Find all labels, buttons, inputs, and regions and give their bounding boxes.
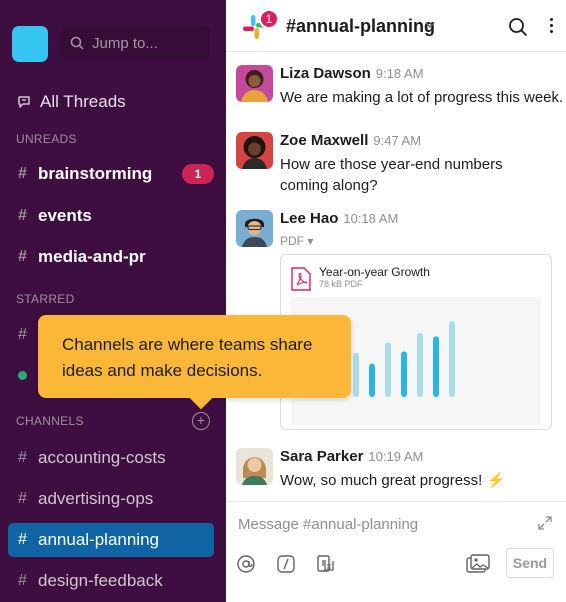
jump-to-search[interactable]: Jump to...	[60, 26, 210, 60]
channel-name: media-and-pr	[38, 247, 146, 266]
hash-icon: #	[18, 248, 27, 265]
timestamp[interactable]: 10:18 AM	[343, 211, 398, 226]
avatar[interactable]	[236, 65, 273, 102]
chart-bar	[401, 351, 407, 397]
sidebar-item-accounting-costs[interactable]: # accounting-costs	[8, 441, 214, 475]
workspace-icon[interactable]	[12, 26, 48, 62]
message-text: Wow, so much great progress!	[280, 472, 483, 489]
tooltip-line-2: ideas and make decisions.	[62, 361, 263, 380]
add-channel-icon[interactable]: +	[192, 412, 210, 430]
file-meta: 78 kB PDF	[319, 279, 363, 289]
lightning-emoji-icon: ⚡	[486, 472, 506, 489]
channel-view: 1 #annual-planning Liza Dawson 9:18 AM We…	[226, 0, 566, 602]
hash-icon: #	[18, 490, 27, 507]
chart-bar	[385, 342, 391, 397]
avatar[interactable]	[236, 132, 273, 169]
author-name[interactable]: Liza Dawson	[280, 65, 371, 82]
channel-name: advertising-ops	[38, 489, 154, 508]
send-button[interactable]: Send	[506, 548, 554, 578]
channel-name: accounting-costs	[38, 448, 166, 467]
chart-bar	[433, 336, 439, 397]
expand-icon[interactable]	[537, 515, 553, 531]
sidebar: Jump to... All Threads UNREADS # brainst…	[0, 0, 226, 602]
mention-icon[interactable]	[236, 554, 256, 574]
search-icon	[70, 36, 84, 50]
all-threads-item[interactable]: All Threads	[16, 92, 126, 112]
sidebar-item-media-and-pr[interactable]: # media-and-pr	[8, 240, 214, 274]
channels-header: CHANNELS	[16, 414, 84, 428]
more-options-icon[interactable]	[548, 16, 554, 36]
presence-dot	[18, 371, 27, 380]
notification-badge: 1	[259, 9, 279, 29]
channel-name: design-feedback	[38, 571, 163, 590]
hash-icon: #	[18, 165, 27, 182]
hash-icon: #	[18, 572, 27, 589]
channel-name: events	[38, 206, 92, 225]
pdf-file-icon	[291, 267, 311, 291]
sidebar-item-brainstorming[interactable]: # brainstorming 1	[8, 157, 214, 191]
hash-icon: #	[18, 449, 27, 466]
attachment-type-label: PDF	[280, 234, 304, 248]
chart-bar	[353, 352, 359, 397]
shortcuts-icon[interactable]	[276, 554, 296, 574]
attachment-type-toggle[interactable]: PDF ▾	[280, 234, 566, 248]
sidebar-item-advertising-ops[interactable]: # advertising-ops	[8, 482, 214, 516]
all-threads-label: All Threads	[40, 92, 126, 111]
message-text-line: coming along?	[280, 177, 378, 194]
hash-icon: #	[18, 531, 27, 548]
sidebar-item-annual-planning[interactable]: # annual-planning	[8, 523, 214, 557]
author-name[interactable]: Lee Hao	[280, 210, 338, 227]
author-name[interactable]: Sara Parker	[280, 448, 363, 465]
chart-bar	[449, 321, 455, 397]
timestamp[interactable]: 10:19 AM	[368, 449, 423, 464]
channel-name: brainstorming	[38, 164, 153, 183]
channel-name: annual-planning	[38, 530, 159, 549]
jump-to-placeholder: Jump to...	[92, 34, 158, 52]
hash-icon: #	[18, 207, 27, 224]
avatar[interactable]	[236, 448, 273, 485]
file-name[interactable]: Year-on-year Growth	[319, 265, 430, 279]
starred-header: STARRED	[16, 292, 75, 306]
timestamp[interactable]: 9:18 AM	[376, 66, 424, 81]
image-upload-icon[interactable]	[466, 554, 490, 574]
sidebar-item-design-feedback[interactable]: # design-feedback	[8, 564, 214, 598]
chevron-down-icon[interactable]	[425, 22, 435, 29]
message-text-line: How are those year-end numbers	[280, 156, 503, 173]
message-input[interactable]: Message #annual-planning	[238, 516, 418, 533]
channel-header: 1 #annual-planning	[226, 0, 566, 52]
timestamp[interactable]: 9:47 AM	[373, 133, 421, 148]
chart-bar	[369, 363, 375, 397]
tooltip-line-1: Channels are where teams share	[62, 335, 313, 354]
onboarding-tooltip: Channels are where teams share ideas and…	[38, 315, 351, 398]
threads-icon	[18, 96, 30, 108]
avatar[interactable]	[236, 210, 273, 247]
sidebar-item-events[interactable]: # events	[8, 199, 214, 233]
unreads-header: UNREADS	[16, 132, 77, 146]
search-icon[interactable]	[508, 17, 528, 37]
unread-badge: 1	[182, 164, 214, 184]
author-name[interactable]: Zoe Maxwell	[280, 132, 368, 149]
message-text: We are making a lot of progress this wee…	[280, 89, 564, 106]
channel-title[interactable]: #annual-planning	[286, 16, 435, 37]
caret-down-icon: ▾	[307, 234, 314, 248]
hash-icon: #	[18, 326, 27, 343]
attach-file-icon[interactable]	[316, 554, 336, 574]
chart-bar	[417, 333, 423, 397]
message-composer: Message #annual-planning Send	[226, 501, 566, 602]
